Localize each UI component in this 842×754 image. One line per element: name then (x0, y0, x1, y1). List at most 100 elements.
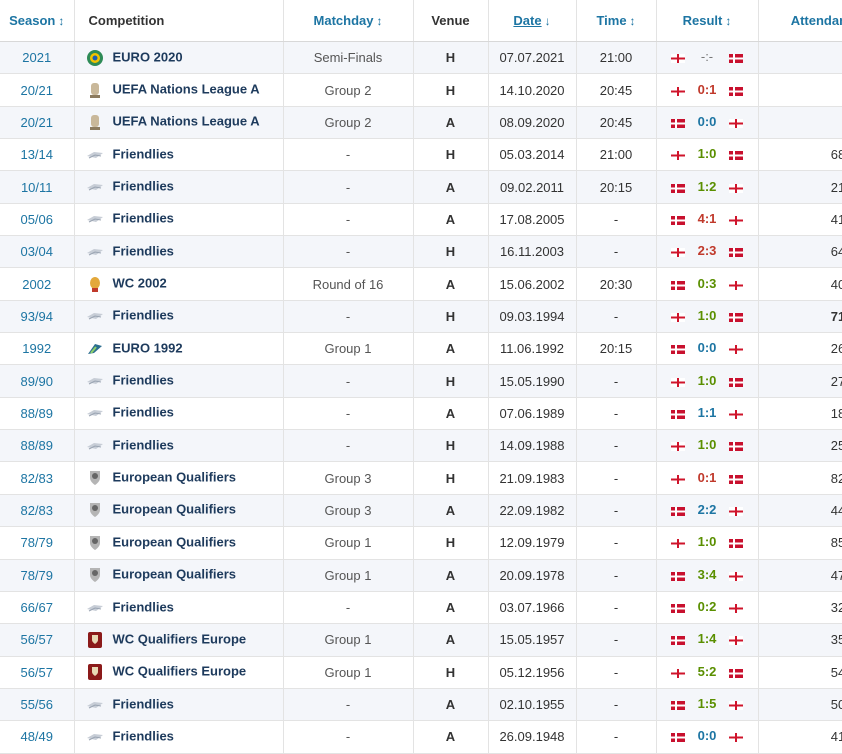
england-flag[interactable] (728, 116, 744, 128)
denmark-flag[interactable] (670, 342, 686, 355)
match-score-link[interactable]: 2:2 (694, 502, 720, 517)
season-link[interactable]: 20/21 (20, 83, 53, 98)
result-column-header[interactable]: Result ↕ (656, 0, 759, 42)
season-link[interactable]: 2002 (22, 277, 51, 292)
match-score-link[interactable]: 1:0 (694, 373, 720, 388)
competition-link[interactable]: Friendlies (113, 178, 174, 193)
denmark-flag[interactable] (728, 536, 744, 549)
match-score-link[interactable]: -:- (694, 49, 720, 64)
denmark-flag[interactable] (728, 148, 744, 161)
competition-link[interactable]: European Qualifiers (113, 502, 237, 517)
season-cell[interactable]: 82/83 (0, 461, 75, 495)
season-cell[interactable]: 88/89 (0, 397, 75, 431)
competition-link[interactable]: Friendlies (113, 405, 174, 420)
denmark-flag[interactable] (728, 310, 744, 322)
competition-link[interactable]: Friendlies (113, 373, 174, 388)
england-flag[interactable] (728, 181, 744, 193)
season-cell[interactable]: 82/83 (0, 494, 75, 528)
season-cell[interactable]: 20/21 (0, 106, 75, 140)
denmark-flag[interactable] (670, 633, 686, 646)
season-link[interactable]: 88/89 (20, 438, 53, 453)
season-cell[interactable]: 93/94 (0, 300, 75, 334)
nations-league-logo[interactable] (86, 113, 104, 131)
season-link[interactable]: 82/83 (20, 503, 53, 518)
attendance-column-header[interactable]: Attendance↕ (758, 0, 842, 42)
england-flag[interactable] (670, 245, 686, 258)
denmark-flag[interactable] (728, 245, 744, 258)
wc2002-logo[interactable] (86, 275, 104, 293)
denmark-flag[interactable] (728, 84, 744, 96)
friendlies-logo[interactable] (86, 372, 104, 390)
england-flag[interactable] (728, 601, 744, 614)
competition-link[interactable]: Friendlies (113, 696, 174, 711)
friendlies-logo[interactable] (86, 178, 104, 196)
friendlies-logo[interactable] (86, 599, 104, 617)
denmark-flag[interactable] (670, 698, 686, 711)
england-flag[interactable] (728, 633, 744, 646)
match-score-link[interactable]: 2:3 (694, 243, 720, 258)
england-flag[interactable] (670, 472, 686, 484)
wc-qualifiers-logo[interactable] (86, 663, 104, 681)
season-link[interactable]: 89/90 (20, 374, 53, 389)
season-cell[interactable]: 66/67 (0, 591, 75, 625)
denmark-flag[interactable] (670, 601, 686, 614)
denmark-flag[interactable] (728, 666, 744, 678)
england-flag[interactable] (670, 310, 686, 322)
denmark-flag[interactable] (670, 278, 686, 290)
season-cell[interactable]: 2002 (0, 267, 75, 301)
match-score-link[interactable]: 0:0 (694, 340, 720, 355)
matchday-column-header[interactable]: Matchday ↕ (283, 0, 414, 42)
season-link[interactable]: 56/57 (20, 632, 53, 647)
euro1992-logo[interactable] (86, 340, 104, 358)
competition-link[interactable]: Friendlies (113, 728, 174, 743)
season-cell[interactable]: 10/11 (0, 170, 75, 204)
friendlies-logo[interactable] (86, 696, 104, 714)
season-link[interactable]: 10/11 (21, 180, 53, 195)
euro-qualifiers-logo[interactable] (86, 534, 104, 552)
season-link[interactable]: 88/89 (20, 406, 53, 421)
match-score-link[interactable]: 0:3 (694, 276, 720, 291)
season-link[interactable]: 82/83 (20, 471, 53, 486)
competition-link[interactable]: Friendlies (113, 437, 174, 452)
denmark-flag[interactable] (670, 181, 686, 193)
denmark-flag[interactable] (670, 730, 686, 743)
nations-league-logo[interactable] (86, 81, 104, 99)
denmark-flag[interactable] (670, 213, 686, 225)
england-flag[interactable] (670, 375, 686, 387)
time-column-header[interactable]: Time ↕ (576, 0, 657, 42)
wc-qualifiers-logo[interactable] (86, 631, 104, 649)
competition-link[interactable]: WC Qualifiers Europe (113, 631, 247, 646)
match-score-link[interactable]: 4:1 (694, 211, 720, 226)
date-column-header[interactable]: Date ↓ (488, 0, 577, 42)
season-link[interactable]: 1992 (22, 341, 51, 356)
match-score-link[interactable]: 1:0 (694, 437, 720, 452)
season-cell[interactable]: 03/04 (0, 235, 75, 269)
euro-qualifiers-logo[interactable] (86, 566, 104, 584)
season-cell[interactable]: 13/14 (0, 138, 75, 172)
friendlies-logo[interactable] (86, 307, 104, 325)
england-flag[interactable] (728, 504, 744, 516)
match-score-link[interactable]: 1:4 (694, 631, 720, 646)
match-score-link[interactable]: 1:0 (694, 534, 720, 549)
competition-link[interactable]: UEFA Nations League A (113, 81, 260, 96)
denmark-flag[interactable] (670, 504, 686, 516)
season-link[interactable]: 03/04 (20, 244, 53, 259)
season-link[interactable]: 66/67 (20, 600, 53, 615)
season-cell[interactable]: 89/90 (0, 364, 75, 398)
season-link[interactable]: 05/06 (20, 212, 53, 227)
competition-link[interactable]: Friendlies (113, 599, 174, 614)
match-score-link[interactable]: 5:2 (694, 664, 720, 679)
season-link[interactable]: 55/56 (20, 697, 53, 712)
denmark-flag[interactable] (728, 51, 744, 64)
competition-link[interactable]: EURO 2020 (113, 49, 183, 64)
england-flag[interactable] (670, 51, 686, 64)
friendlies-logo[interactable] (86, 404, 104, 422)
friendlies-logo[interactable] (86, 728, 104, 746)
friendlies-logo[interactable] (86, 210, 104, 228)
england-flag[interactable] (670, 666, 686, 678)
england-flag[interactable] (728, 342, 744, 355)
season-cell[interactable]: 88/89 (0, 429, 75, 463)
match-score-link[interactable]: 1:1 (694, 405, 720, 420)
season-link[interactable]: 78/79 (20, 568, 53, 583)
england-flag[interactable] (670, 84, 686, 96)
